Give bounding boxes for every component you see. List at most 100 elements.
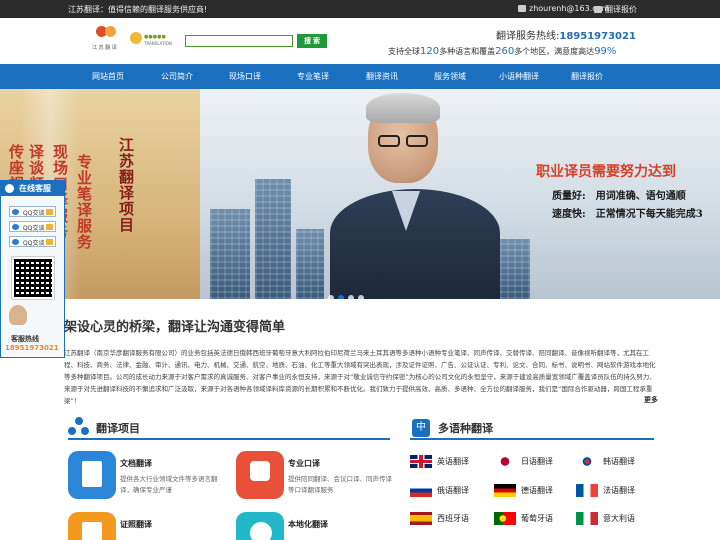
document-icon <box>594 6 602 13</box>
support-regions-count: 260 <box>495 46 515 57</box>
germany-flag-icon <box>494 484 516 497</box>
italy-flag-icon <box>576 512 598 525</box>
nav-item-news[interactable]: 翻译资讯 <box>366 71 398 82</box>
logo-circle-orange <box>105 26 116 37</box>
chat-icon-bubble <box>250 461 270 481</box>
banner-person-image <box>320 89 510 299</box>
japan-flag-icon <box>494 455 516 468</box>
support-text-1: 支持全球 <box>388 47 420 56</box>
support-text-3: 多个地区，满意度高达 <box>514 47 595 56</box>
qq-chat-button[interactable]: QQ交谈 <box>9 236 56 247</box>
service-document-translation[interactable]: 文档翻译 提供各大行业领域文件等多语言翻译，确保专业严谨 <box>68 451 228 506</box>
nav-item-interpreting[interactable]: 现场口译 <box>229 71 261 82</box>
nav-item-home[interactable]: 网站首页 <box>92 71 124 82</box>
document-icon-sheet <box>82 461 102 487</box>
person-hair <box>366 93 440 123</box>
service-phone: 18951973021 <box>5 344 59 352</box>
language-label: 法语翻译 <box>603 486 635 495</box>
page: 江苏翻译：值得信赖的翻译服务供应商! zhourenh@163.com 翻译报价… <box>0 0 720 540</box>
language-label: 德语翻译 <box>521 486 553 495</box>
people-icon-dot <box>68 427 76 435</box>
hotline: 翻译服务热线:18951973021 <box>496 27 636 42</box>
language-label: 英语翻译 <box>437 457 469 466</box>
globe-icon-circle <box>250 522 272 540</box>
nav-item-minor-languages[interactable]: 小语种翻译 <box>499 71 539 82</box>
logo2-dots: ●●●●● <box>144 34 166 40</box>
people-icon <box>68 417 90 437</box>
service-title: 证照翻译 <box>120 520 152 529</box>
languages-title: 多语种翻译 <box>438 422 493 435</box>
slider-dot[interactable] <box>348 295 354 299</box>
language-label: 意大利语 <box>603 514 635 523</box>
service-interpreting[interactable]: 专业口译 提供陪同翻译、会议口译、同声传译等口译翻译服务 <box>236 451 396 506</box>
language-label: 西班牙语 <box>437 514 469 523</box>
translation-logo: ●●●●● TRANSLATION <box>130 32 172 50</box>
nav-item-about[interactable]: 公司简介 <box>161 71 193 82</box>
banner-vertical-text: 专业笔译服务 <box>75 154 93 250</box>
service-title: 文档翻译 <box>120 459 152 468</box>
service-agent-avatar <box>9 305 27 325</box>
person-glasses-left <box>378 135 400 147</box>
globe-icon <box>236 512 284 540</box>
header: 江 苏 翻 译 ●●●●● TRANSLATION 搜 索 翻译服务热线:189… <box>0 18 720 64</box>
top-bar: 江苏翻译：值得信赖的翻译服务供应商! zhourenh@163.com 翻译报价 <box>0 0 720 18</box>
projects-title: 翻译项目 <box>96 422 140 435</box>
service-hotline-label: 客服热线 <box>11 335 39 343</box>
banner-line-speed: 速度快: 正常情况下每天能完成3 <box>552 209 703 220</box>
banner-slider[interactable]: 传座视 译谈频 现场口译服务 专业笔译服务 江苏翻译项目 职业译员需要努力达到 … <box>0 89 720 299</box>
hotline-label: 翻译服务热线: <box>496 31 560 42</box>
more-link[interactable]: 更多 <box>644 395 658 405</box>
service-certificate-translation[interactable]: 证照翻译 <box>68 512 228 540</box>
slider-dot-active[interactable] <box>338 295 344 299</box>
qq-chat-button[interactable]: QQ交谈 <box>9 221 56 232</box>
qq-chat-button[interactable]: QQ交谈 <box>9 206 56 217</box>
slider-dot[interactable] <box>358 295 364 299</box>
language-label: 葡萄牙语 <box>521 514 553 523</box>
slider-dot[interactable] <box>328 295 334 299</box>
banner-building <box>210 209 250 299</box>
service-localization[interactable]: 本地化翻译 <box>236 512 396 540</box>
online-service-header: 在线客服 <box>1 181 64 196</box>
site-logo[interactable]: 江 苏 翻 译 <box>92 26 122 56</box>
certificate-icon-sheet <box>82 522 102 540</box>
search-button[interactable]: 搜 索 <box>297 34 327 48</box>
hotline-number: 18951973021 <box>559 31 636 42</box>
logo-emblem-icon <box>130 32 142 44</box>
service-title: 专业口译 <box>288 459 320 468</box>
support-languages-count: 120 <box>420 46 440 57</box>
logo2-text: TRANSLATION <box>144 41 172 46</box>
nav-item-translation[interactable]: 专业笔译 <box>297 71 329 82</box>
languages-section-header: 中 多语种翻译 <box>410 415 654 440</box>
russia-flag-icon <box>410 484 432 497</box>
search-input[interactable] <box>185 35 293 47</box>
person-glasses-right <box>406 135 428 147</box>
banner-vertical-text: 江苏翻译项目 <box>117 137 135 233</box>
chinese-char-icon: 中 <box>412 419 430 437</box>
support-satisfaction: 99% <box>594 46 617 57</box>
korea-flag-icon <box>576 455 598 468</box>
certificate-icon <box>68 512 116 540</box>
online-service-panel: 在线客服 QQ交谈 QQ交谈 QQ交谈 客服热线 18951973021 <box>0 180 65 358</box>
top-slogan: 江苏翻译：值得信赖的翻译服务供应商! <box>68 5 208 14</box>
language-label: 日语翻译 <box>521 457 553 466</box>
person-suit <box>330 189 500 299</box>
close-icon[interactable] <box>5 184 14 193</box>
intro-text: 江苏翻译（南京华彦翻译服务有限公司）的业务包括英法德日俄韩西班牙葡萄牙意大利阿拉… <box>64 349 656 405</box>
document-icon <box>68 451 116 499</box>
people-icon-dot <box>75 417 83 425</box>
projects-section-header: 翻译项目 <box>68 415 390 440</box>
chat-icon <box>236 451 284 499</box>
nav-item-quote[interactable]: 翻译报价 <box>571 71 603 82</box>
banner-line-quality: 质量好: 用词准确、语句通顺 <box>552 191 686 202</box>
spain-flag-icon <box>410 512 432 525</box>
people-icon-dot <box>81 427 89 435</box>
intro-title: 架设心灵的桥梁，翻译让沟通变得简单 <box>64 320 286 335</box>
qr-code <box>11 256 55 300</box>
service-desc: 提供陪同翻译、会议口译、同声传译等口译翻译服务 <box>288 475 392 494</box>
language-label: 俄语翻译 <box>437 486 469 495</box>
mail-icon <box>518 5 526 12</box>
nav-item-services[interactable]: 服务领域 <box>434 71 466 82</box>
support-text-2: 多种语言和覆盖 <box>439 47 496 56</box>
top-quote-link[interactable]: 翻译报价 <box>594 4 637 15</box>
top-quote-text: 翻译报价 <box>605 5 637 14</box>
